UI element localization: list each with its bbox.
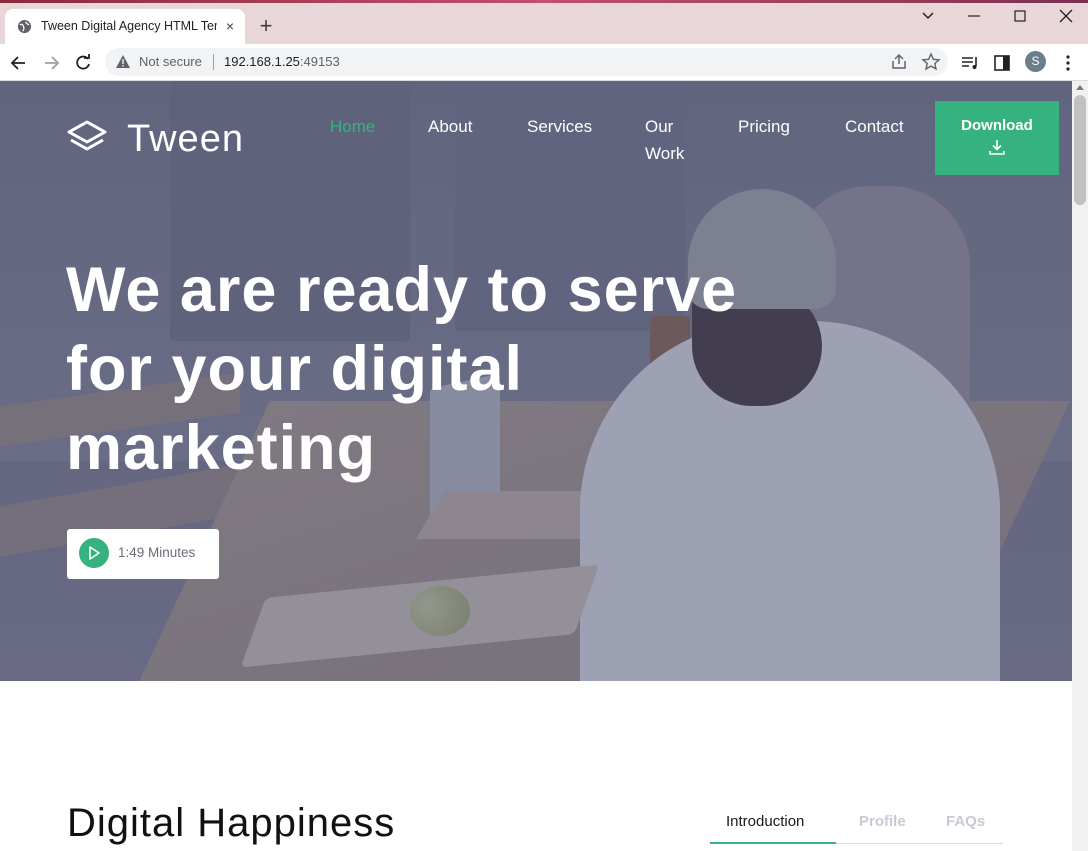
nav-link-home[interactable]: Home xyxy=(330,113,375,140)
bookmark-star-icon[interactable] xyxy=(921,52,941,72)
url-text[interactable]: 192.168.1.25:49153 xyxy=(224,54,340,69)
share-icon[interactable] xyxy=(889,52,909,72)
tab-search-icon[interactable] xyxy=(916,6,940,26)
address-bar[interactable]: Not secure 192.168.1.25:49153 xyxy=(105,48,948,76)
site-logo[interactable]: Tween xyxy=(66,119,246,159)
section-tabs: Introduction Profile FAQs xyxy=(710,811,1003,844)
download-button[interactable]: Download xyxy=(935,101,1059,175)
browser-toolbar: Not secure 192.168.1.25:49153 S xyxy=(0,44,1088,81)
section-title: Digital Happiness xyxy=(67,801,396,845)
play-icon xyxy=(79,538,109,568)
back-arrow-icon[interactable] xyxy=(9,53,29,73)
new-tab-button[interactable]: + xyxy=(256,15,276,37)
active-tab-indicator xyxy=(710,842,836,844)
maximize-icon[interactable] xyxy=(1008,6,1032,26)
security-label[interactable]: Not secure xyxy=(139,54,202,69)
hero-title: We are ready to serve for your digital m… xyxy=(66,255,738,483)
browser-tabstrip: Tween Digital Agency HTML Tem × + xyxy=(0,0,1088,44)
tab-profile[interactable]: Profile xyxy=(859,813,906,830)
nav-link-pricing[interactable]: Pricing xyxy=(738,113,790,140)
globe-icon xyxy=(17,19,32,34)
more-menu-icon[interactable] xyxy=(1058,53,1078,73)
reload-icon[interactable] xyxy=(73,53,93,73)
download-label: Download xyxy=(961,117,1033,134)
nav-link-services[interactable]: Services xyxy=(527,113,592,140)
logo-text: Tween xyxy=(127,118,244,160)
video-duration: 1:49 Minutes xyxy=(118,545,196,560)
tab-faqs[interactable]: FAQs xyxy=(946,813,985,830)
minimize-icon[interactable] xyxy=(962,6,986,26)
scrollbar-thumb[interactable] xyxy=(1074,95,1086,205)
page-scrollbar[interactable] xyxy=(1072,81,1088,851)
url-host: 192.168.1.25 xyxy=(224,54,300,69)
url-port: :49153 xyxy=(299,54,340,69)
browser-tab[interactable]: Tween Digital Agency HTML Tem × xyxy=(5,9,245,44)
warning-icon[interactable] xyxy=(115,54,131,70)
tab-introduction[interactable]: Introduction xyxy=(726,813,804,830)
close-tab-icon[interactable]: × xyxy=(222,18,238,34)
nav-link-our-work[interactable]: Our Work xyxy=(645,113,705,167)
page-viewport: Tween Home About Services Our Work Prici… xyxy=(0,81,1072,851)
nav-link-contact[interactable]: Contact xyxy=(845,113,904,140)
scroll-up-arrow-icon[interactable] xyxy=(1076,85,1084,90)
side-panel-icon[interactable] xyxy=(992,53,1012,73)
play-video-button[interactable]: 1:49 Minutes xyxy=(67,529,219,579)
profile-avatar[interactable]: S xyxy=(1025,51,1046,72)
close-window-icon[interactable] xyxy=(1054,6,1078,26)
hero-section: Tween Home About Services Our Work Prici… xyxy=(0,81,1072,681)
layers-icon xyxy=(67,120,107,151)
reading-list-icon[interactable] xyxy=(960,53,980,73)
omnibox-divider xyxy=(213,54,214,70)
download-icon xyxy=(989,140,1005,155)
tab-title: Tween Digital Agency HTML Tem xyxy=(41,19,217,33)
nav-link-about[interactable]: About xyxy=(428,113,472,140)
tabstrip-accent xyxy=(0,0,1088,3)
forward-arrow-icon[interactable] xyxy=(41,53,61,73)
